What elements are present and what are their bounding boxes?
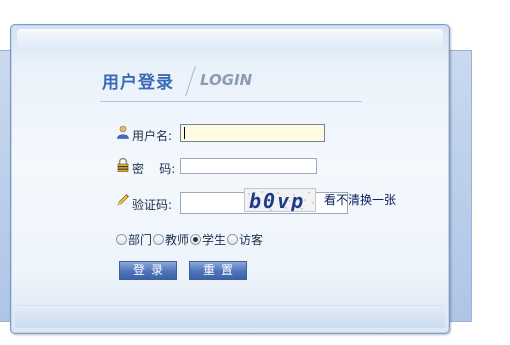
role-radio-department[interactable]	[116, 234, 127, 245]
captcha-text: b0vp	[249, 189, 306, 212]
role-radio-teacher[interactable]	[153, 234, 165, 245]
title-underline	[100, 101, 362, 102]
role-label-department: 部门	[128, 233, 153, 247]
role-radio-student[interactable]	[190, 234, 202, 245]
role-label-student: 学生	[202, 233, 227, 247]
login-title-english: LOGIN	[200, 71, 253, 89]
username-label: 用户名:	[132, 129, 173, 143]
login-button[interactable]: 登录	[119, 261, 177, 280]
text-caret	[184, 127, 185, 139]
password-label: 密 码:	[132, 162, 176, 176]
reset-button[interactable]: 重置	[189, 261, 247, 280]
role-label-teacher: 教师	[165, 233, 190, 247]
password-field[interactable]	[180, 158, 317, 174]
role-radio-group: 部门 教师 学生 访客	[116, 231, 264, 248]
panel-footer-strip	[15, 305, 445, 328]
refresh-captcha-link[interactable]: 看不清换一张	[324, 191, 396, 208]
captcha-image[interactable]: b0vp	[244, 188, 316, 212]
username-field[interactable]	[180, 124, 325, 142]
user-icon	[117, 125, 129, 139]
captcha-label: 验证码:	[132, 198, 173, 212]
role-label-visitor: 访客	[239, 233, 264, 247]
login-title: 用户登录	[102, 73, 174, 93]
lock-icon	[117, 158, 129, 172]
pencil-icon	[117, 194, 129, 206]
panel-top-highlight	[17, 29, 443, 49]
role-radio-visitor[interactable]	[227, 234, 239, 245]
